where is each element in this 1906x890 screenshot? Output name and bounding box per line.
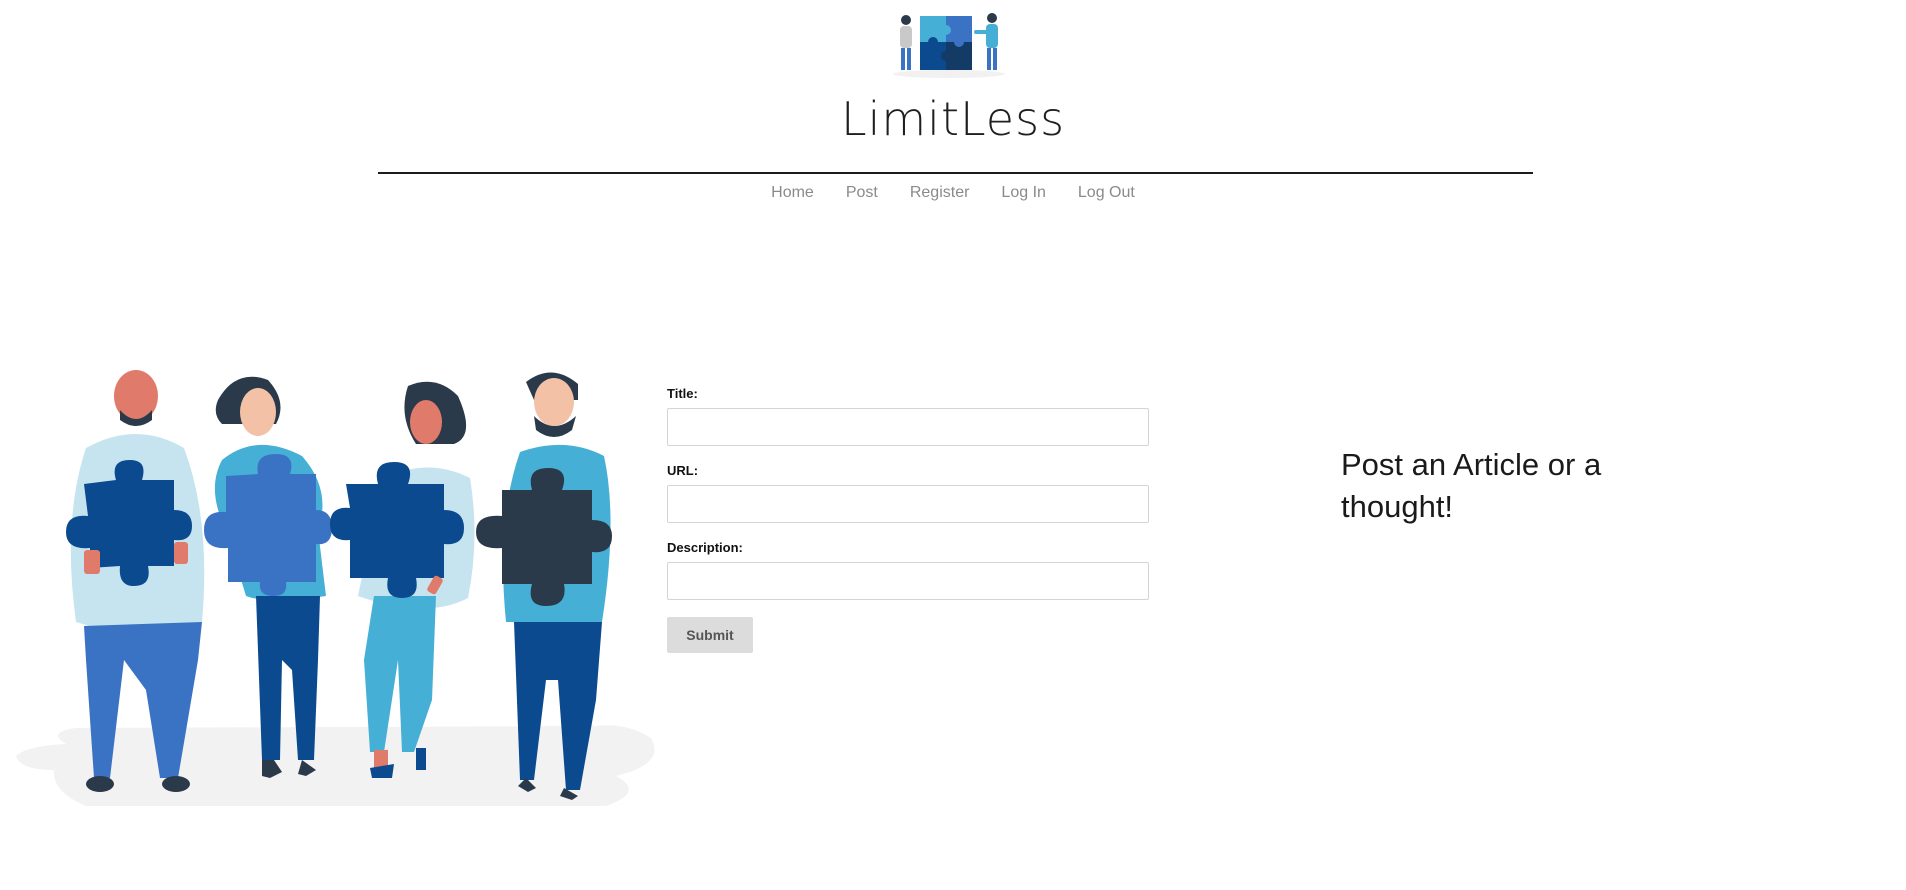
description-input[interactable] <box>667 562 1149 600</box>
title-input[interactable] <box>667 408 1149 446</box>
url-input[interactable] <box>667 485 1149 523</box>
nav-register[interactable]: Register <box>910 184 970 202</box>
header-divider <box>378 172 1533 174</box>
post-form: Title: URL: Description: Submit <box>667 386 1149 653</box>
title-label: Title: <box>667 386 698 401</box>
puzzle-team-logo <box>893 13 1005 78</box>
nav-log-out[interactable]: Log Out <box>1078 184 1135 202</box>
post-tagline: Post an Article or a thought! <box>1341 447 1602 524</box>
main-nav: Home Post Register Log In Log Out <box>0 184 1906 202</box>
site-title: LimitLess <box>840 92 1066 146</box>
submit-button[interactable]: Submit <box>667 617 753 653</box>
nav-post[interactable]: Post <box>846 184 878 202</box>
nav-log-in[interactable]: Log In <box>1001 184 1045 202</box>
url-label: URL: <box>667 463 699 478</box>
nav-home[interactable]: Home <box>771 184 814 202</box>
description-label: Description: <box>667 540 743 555</box>
people-holding-puzzle-pieces-illustration <box>16 370 655 806</box>
